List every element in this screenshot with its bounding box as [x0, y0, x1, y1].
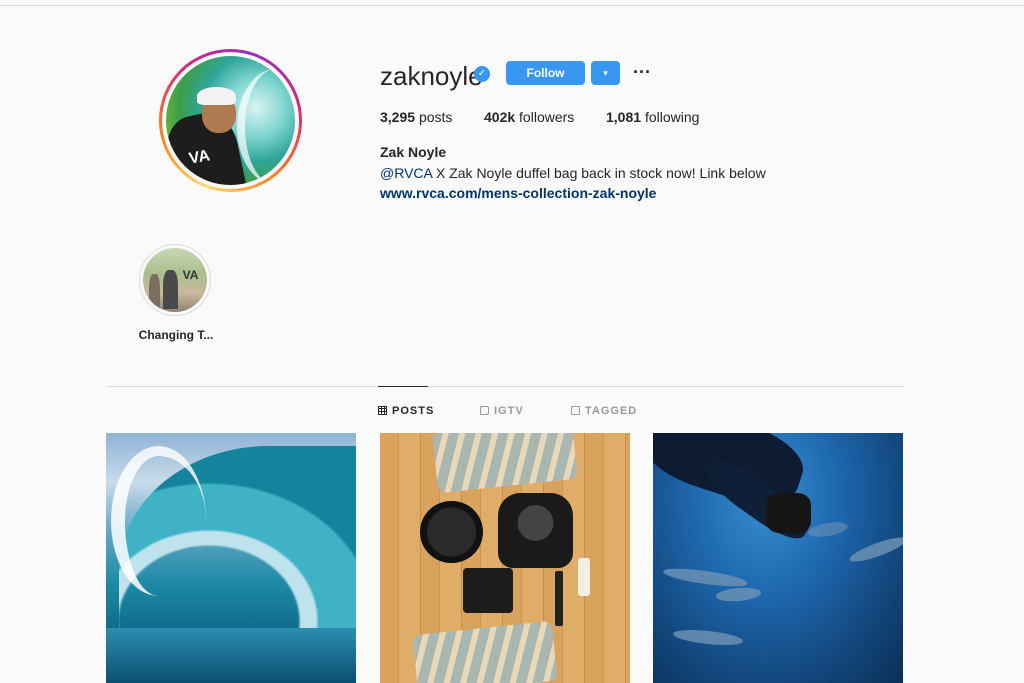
wave-sea: [106, 628, 356, 683]
posts-count: 3,295 posts: [380, 108, 452, 126]
highlight-person-center: [163, 270, 178, 309]
wave-foam: [111, 445, 206, 596]
active-tab-indicator: [378, 386, 428, 387]
verified-badge-icon: ✓: [474, 66, 490, 82]
following-link[interactable]: 1,081 following: [606, 108, 699, 126]
more-options-icon[interactable]: ···: [633, 60, 651, 84]
sunscreen-bottle: [577, 558, 590, 596]
tabs-divider: [106, 386, 904, 387]
tab-tagged[interactable]: TAGGED: [571, 403, 637, 419]
dolphin: [662, 564, 749, 589]
strap: [555, 570, 563, 626]
dolphin: [807, 519, 849, 539]
avatar-wave: [236, 68, 295, 185]
tagged-icon: [571, 406, 580, 415]
posts-count-value: 3,295: [380, 109, 416, 125]
camera-housing: [497, 493, 573, 568]
posts-count-label: posts: [418, 109, 453, 125]
profile-bio: @RVCA X Zak Noyle duffel bag back in sto…: [380, 164, 766, 182]
dolphin: [847, 533, 903, 566]
swim-fin-top: [432, 433, 578, 493]
profile-username: zaknoyle: [380, 61, 483, 91]
following-count-label: following: [644, 109, 700, 125]
story-highlight[interactable]: VA: [139, 244, 211, 316]
bio-text: X Zak Noyle duffel bag back in stock now…: [432, 165, 766, 181]
chevron-down-icon: ▾: [603, 68, 608, 78]
underwater-camera: [765, 493, 811, 533]
camera-body: [462, 568, 513, 613]
dolphin: [715, 586, 761, 603]
post-thumbnail[interactable]: [380, 433, 630, 683]
suggested-dropdown-button[interactable]: ▾: [591, 61, 620, 85]
bio-mention-link[interactable]: @RVCA: [380, 165, 432, 181]
highlight-person-left: [149, 273, 160, 309]
highlight-cover-image: VA: [143, 248, 207, 312]
swim-fin-bottom: [412, 620, 558, 683]
profile-avatar[interactable]: VA: [159, 49, 302, 192]
highlight-logo: VA: [182, 268, 199, 283]
followers-count-label: followers: [519, 109, 575, 125]
avatar-cap: [196, 86, 236, 105]
dolphin: [672, 626, 744, 647]
grid-icon: [378, 406, 387, 415]
dome-port: [420, 500, 483, 563]
following-count-value: 1,081: [606, 109, 642, 125]
top-divider: [0, 5, 1024, 6]
post-image-underwater: [653, 433, 903, 683]
tab-posts-label: POSTS: [392, 405, 435, 417]
tab-posts[interactable]: POSTS: [378, 403, 434, 419]
bio-external-link[interactable]: www.rvca.com/mens-collection-zak-noyle: [380, 184, 656, 202]
tab-igtv[interactable]: IGTV: [480, 403, 524, 419]
profile-full-name: Zak Noyle: [380, 144, 447, 160]
post-thumbnail[interactable]: [653, 433, 903, 683]
tab-tagged-label: TAGGED: [585, 405, 638, 417]
post-thumbnail[interactable]: [106, 433, 356, 683]
avatar-frame: VA: [162, 52, 299, 189]
follow-button[interactable]: Follow: [506, 61, 585, 85]
followers-count-value: 402k: [484, 109, 516, 125]
post-image-camera-gear: [380, 433, 630, 683]
post-image-wave: [106, 433, 356, 683]
story-highlight-label[interactable]: Changing T...: [132, 327, 220, 343]
igtv-icon: [480, 406, 489, 415]
followers-link[interactable]: 402k followers: [484, 108, 574, 126]
tab-igtv-label: IGTV: [494, 405, 524, 417]
avatar-image: VA: [166, 56, 295, 185]
avatar-logo: VA: [187, 147, 212, 168]
